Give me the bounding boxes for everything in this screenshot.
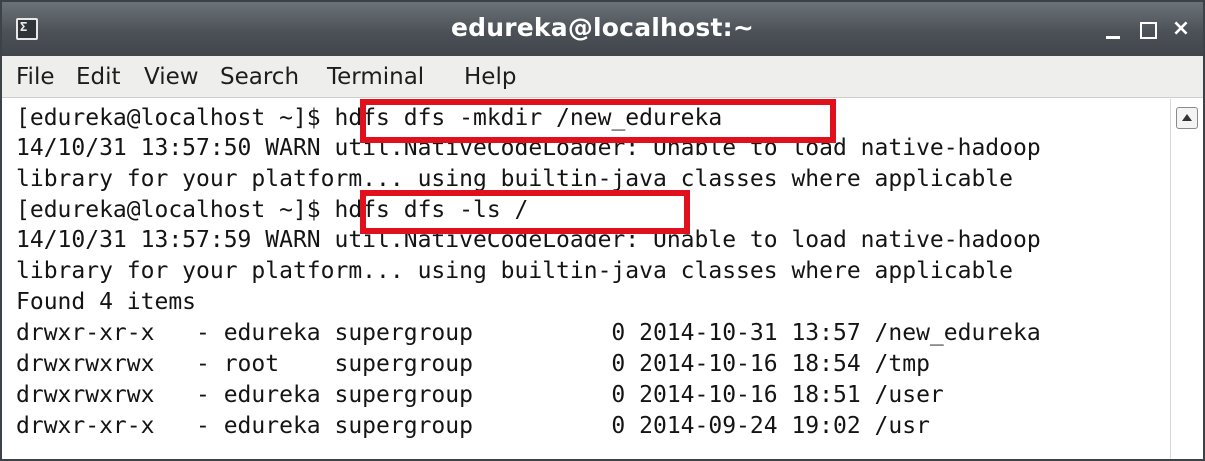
scroll-up-icon[interactable] [1176, 107, 1198, 129]
maximize-icon[interactable] [1132, 14, 1162, 44]
shell-prompt: [edureka@localhost ~]$ [16, 105, 335, 131]
menu-file[interactable]: File [16, 64, 55, 90]
close-icon[interactable]: × [1166, 14, 1196, 44]
menu-bar: File Edit View Search Terminal Help [2, 56, 1203, 98]
menu-terminal[interactable]: Terminal [327, 64, 424, 90]
terminal-line: [edureka@localhost ~]$ hdfs dfs -ls / [16, 195, 528, 225]
directory-listing-row: drwxrwxrwx - root supergroup 0 2014-10-1… [16, 351, 930, 377]
directory-listing-row: drwxr-xr-x - edureka supergroup 0 2014-1… [16, 320, 1041, 346]
command-text: hdfs dfs -ls / [334, 197, 529, 223]
menu-edit[interactable]: Edit [76, 64, 121, 90]
terminal-line: library for your platform... using built… [16, 166, 1013, 192]
directory-listing-row: drwxr-xr-x - edureka supergroup 0 2014-0… [16, 413, 930, 439]
menu-view[interactable]: View [144, 64, 199, 90]
terminal-output[interactable]: [edureka@localhost ~]$ hdfs dfs -mkdir /… [2, 99, 1170, 459]
minimize-icon[interactable] [1098, 14, 1128, 44]
terminal-line: 14/10/31 13:57:50 WARN util.NativeCodeLo… [16, 135, 1041, 161]
menu-help[interactable]: Help [464, 64, 516, 90]
terminal-window: Σ edureka@localhost:~ × File Edit View S… [0, 0, 1205, 461]
terminal-line: [edureka@localhost ~]$ hdfs dfs -mkdir /… [16, 103, 722, 133]
directory-listing-row: drwxrwxrwx - edureka supergroup 0 2014-1… [16, 382, 944, 408]
shell-prompt: [edureka@localhost ~]$ [16, 197, 335, 223]
title-bar[interactable]: Σ edureka@localhost:~ × [2, 2, 1203, 56]
terminal-line: 14/10/31 13:57:59 WARN util.NativeCodeLo… [16, 227, 1041, 253]
menu-search[interactable]: Search [220, 64, 299, 90]
terminal-line: library for your platform... using built… [16, 258, 1013, 284]
window-title: edureka@localhost:~ [451, 13, 754, 42]
command-text: hdfs dfs -mkdir /new_edureka [334, 105, 723, 131]
vertical-scrollbar[interactable] [1170, 99, 1203, 459]
terminal-line: Found 4 items [16, 289, 197, 315]
